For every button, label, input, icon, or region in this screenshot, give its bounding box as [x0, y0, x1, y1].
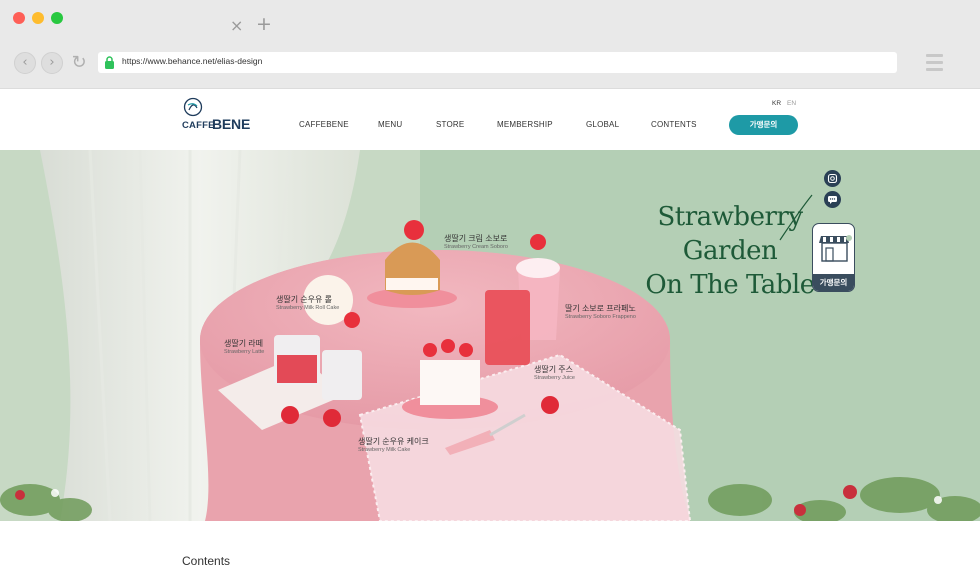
label-ko: 딸기 소보로 프라페노: [565, 304, 636, 313]
nav-global[interactable]: GLOBAL: [586, 120, 619, 129]
close-tab-icon[interactable]: ×: [230, 16, 243, 35]
side-franchise-label: 가맹문의: [813, 274, 854, 291]
close-window-dot[interactable]: [13, 12, 25, 24]
hero-title-line: Strawberry: [657, 202, 803, 232]
label-en: Strawberry Milk Roll Cake: [276, 305, 340, 311]
label-ko: 생딸기 순우유 케이크: [358, 437, 429, 446]
store-icon: [819, 235, 852, 262]
nav-caffebene[interactable]: CAFFEBENE: [299, 120, 349, 129]
minimize-window-dot[interactable]: [32, 12, 44, 24]
back-icon[interactable]: ‹: [14, 52, 36, 74]
menu-icon[interactable]: [926, 54, 943, 75]
hero-title: Strawberry Garden On The Table: [640, 200, 820, 302]
nav-membership[interactable]: MEMBERSHIP: [497, 120, 553, 129]
label-en: Strawberry Milk Cake: [358, 447, 411, 453]
new-tab-icon[interactable]: +: [256, 13, 272, 35]
nav-menu[interactable]: MENU: [378, 120, 402, 129]
instagram-icon[interactable]: [824, 170, 841, 187]
label-ko: 생딸기 크림 소보로: [444, 234, 508, 243]
label-en: Strawberry Soboro Frappeno: [565, 314, 636, 320]
url-text: https://www.behance.net/elias-design: [122, 56, 263, 66]
lang-kr-link[interactable]: KR: [772, 100, 781, 107]
nav-contents[interactable]: CONTENTS: [651, 120, 697, 129]
label-juice: 생딸기 주스 Strawberry Juice: [534, 365, 575, 383]
label-en: Strawberry Latte: [224, 349, 265, 355]
lang-en-link[interactable]: EN: [787, 100, 796, 107]
hero-title-line: On The Table: [645, 270, 815, 300]
label-soboro-frappeno: 딸기 소보로 프라페노 Strawberry Soboro Frappeno: [565, 304, 636, 322]
nav-store[interactable]: STORE: [436, 120, 464, 129]
maximize-window-dot[interactable]: [51, 12, 63, 24]
label-ko: 생딸기 순우유 롤: [276, 295, 332, 304]
browser-chrome: × + ‹ › ↻ https://www.behance.net/elias-…: [0, 0, 980, 89]
hero-title-line: Garden: [682, 236, 778, 266]
logo-text-caffe: CAFFE: [182, 120, 215, 131]
label-ko: 생딸기 주스: [534, 365, 574, 374]
label-milk-roll: 생딸기 순우유 롤 Strawberry Milk Roll Cake: [276, 295, 339, 313]
logo-text-bene: BENE: [212, 116, 251, 132]
lock-icon: [105, 56, 114, 69]
browser-window: × + ‹ › ↻ https://www.behance.net/elias-…: [0, 0, 980, 570]
label-latte: 생딸기 라떼 Strawberry Latte: [224, 339, 264, 357]
label-cream-soboro: 생딸기 크림 소보로 Strawberry Cream Soboro: [444, 234, 508, 252]
label-en: Strawberry Juice: [534, 375, 575, 381]
chat-icon[interactable]: [824, 191, 841, 208]
label-milk-cake: 생딸기 순우유 케이크 Strawberry Milk Cake: [358, 437, 429, 455]
site-header: [0, 90, 980, 150]
franchise-inquiry-button[interactable]: 가맹문의: [729, 115, 798, 135]
forward-icon[interactable]: ›: [41, 52, 63, 74]
label-en: Strawberry Cream Soboro: [444, 244, 508, 250]
reload-icon[interactable]: ↻: [68, 52, 90, 74]
contents-section-title: Contents: [182, 554, 231, 568]
side-franchise-widget[interactable]: 가맹문의: [812, 223, 855, 292]
label-ko: 생딸기 라떼: [224, 339, 264, 348]
address-bar[interactable]: https://www.behance.net/elias-design: [98, 52, 897, 73]
